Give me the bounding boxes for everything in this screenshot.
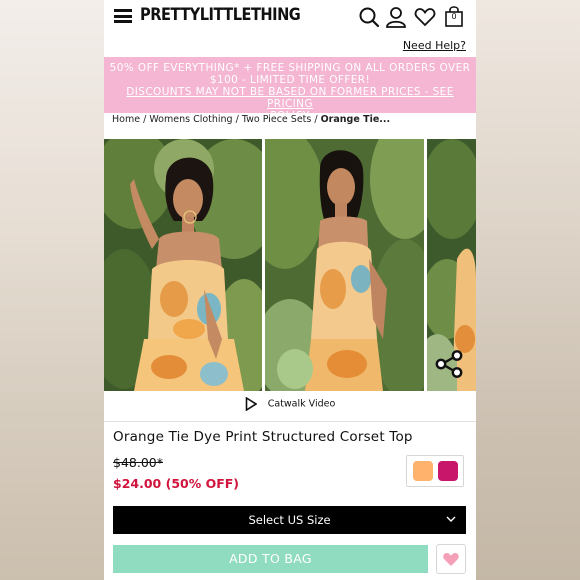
- divider: [104, 421, 476, 422]
- play-icon: [245, 396, 258, 412]
- breadcrumb-current: Orange Tie...: [320, 114, 391, 125]
- catwalk-video-label: Catwalk Video: [267, 398, 336, 410]
- menu-icon[interactable]: [114, 9, 132, 23]
- product-page: PRETTYLITTLETHING 0 Need Help? 50% OFF E…: [104, 0, 476, 580]
- chevron-down-icon: [446, 516, 456, 522]
- catwalk-video-button[interactable]: Catwalk Video: [104, 396, 476, 412]
- header: PRETTYLITTLETHING 0: [104, 0, 476, 34]
- account-icon[interactable]: [385, 6, 407, 28]
- promo-banner[interactable]: 50% OFF EVERYTHING* + FREE SHIPPING ON A…: [104, 57, 476, 122]
- breadcrumb: Home / Womens Clothing / Two Piece Sets …: [112, 114, 390, 125]
- breadcrumb-womens-clothing[interactable]: Womens Clothing: [149, 114, 232, 125]
- product-image-2[interactable]: [265, 139, 424, 391]
- product-gallery[interactable]: [104, 139, 476, 391]
- heart-icon[interactable]: [414, 6, 436, 28]
- size-select-label: Select US Size: [248, 513, 331, 527]
- discount-label: (50% OFF): [165, 476, 240, 491]
- background-right: [476, 0, 580, 580]
- heart-filled-icon: [443, 553, 459, 566]
- background-left: [0, 0, 104, 580]
- pricing-policy-link[interactable]: DISCOUNTS MAY NOT BE BASED ON FORMER PRI…: [104, 86, 476, 110]
- size-select[interactable]: Select US Size: [113, 506, 466, 534]
- product-image-1[interactable]: [104, 139, 262, 391]
- sale-price-value: $24.00: [113, 476, 162, 491]
- breadcrumb-home[interactable]: Home: [112, 114, 140, 125]
- share-icon[interactable]: [434, 349, 464, 379]
- brand-logo[interactable]: PRETTYLITTLETHING: [140, 5, 301, 25]
- need-help-link[interactable]: Need Help?: [403, 39, 466, 52]
- sale-price: $24.00 (50% OFF): [113, 476, 239, 491]
- original-price: $48.00*: [113, 455, 163, 470]
- color-swatches: [406, 455, 464, 487]
- breadcrumb-separator: /: [143, 114, 147, 125]
- search-icon[interactable]: [358, 6, 380, 28]
- breadcrumb-two-piece-sets[interactable]: Two Piece Sets: [242, 114, 311, 125]
- breadcrumb-separator: /: [314, 114, 318, 125]
- swatch-orange[interactable]: [413, 461, 433, 481]
- promo-line-1: 50% OFF EVERYTHING* + FREE SHIPPING ON A…: [109, 62, 471, 74]
- promo-line-2: $100 - LIMITED TIME OFFER!: [209, 74, 371, 86]
- bag-icon[interactable]: 0: [445, 5, 463, 27]
- add-to-bag-button[interactable]: ADD TO BAG: [113, 545, 428, 573]
- breadcrumb-separator: /: [235, 114, 239, 125]
- bag-count: 0: [451, 12, 457, 21]
- swatch-pink[interactable]: [438, 461, 458, 481]
- wishlist-button[interactable]: [436, 544, 466, 574]
- product-title: Orange Tie Dye Print Structured Corset T…: [113, 429, 413, 445]
